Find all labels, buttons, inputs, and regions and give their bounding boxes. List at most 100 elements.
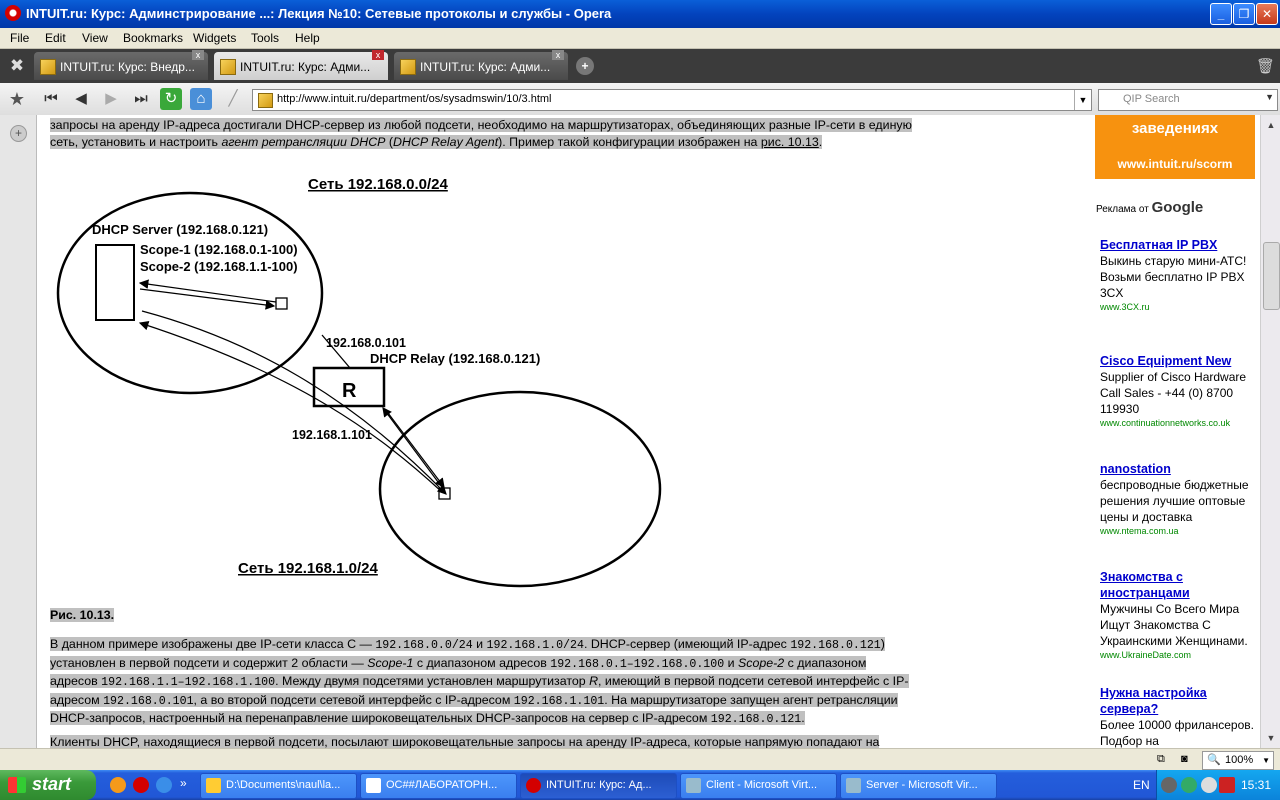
scroll-down-icon[interactable]: ▼ — [1263, 730, 1279, 746]
tools-icon[interactable]: ✖ — [6, 56, 28, 76]
favicon-icon — [220, 59, 236, 75]
quicklaunch-more-icon[interactable]: » — [180, 776, 187, 790]
scope: Scope-1 — [367, 655, 414, 670]
tab-1[interactable]: INTUIT.ru: Курс: Внедр... x — [34, 50, 208, 80]
ad-title[interactable]: nanostation — [1100, 461, 1255, 477]
wand-icon[interactable]: ╱ — [222, 88, 244, 110]
task-label: INTUIT.ru: Курс: Ад... — [546, 779, 652, 791]
close-button[interactable]: ✕ — [1256, 3, 1278, 25]
ads-by-google[interactable]: Реклама от Google — [1096, 199, 1203, 216]
scorm-banner[interactable]: заведениях www.intuit.ru/scorm — [1095, 115, 1255, 179]
caption-text: Рис. 10.13. — [50, 608, 115, 622]
ad-item[interactable]: nanostation беспроводные бюджетные решен… — [1100, 461, 1255, 537]
task-client-vm[interactable]: Client - Microsoft Virt... — [680, 773, 837, 799]
start-button[interactable]: start — [0, 770, 96, 800]
address-field[interactable]: http://www.intuit.ru/department/os/sysad… — [252, 89, 1092, 111]
trash-icon[interactable]: 🗑 — [1256, 57, 1275, 75]
new-tab-icon[interactable]: + — [576, 57, 594, 75]
relay-label: DHCP Relay (192.168.0.121) — [370, 351, 540, 366]
vertical-scrollbar[interactable]: ▲ ▼ — [1260, 115, 1280, 770]
ad-item[interactable]: Нужна настройка сервера? Более 10000 фри… — [1100, 685, 1255, 749]
maximize-button[interactable]: ❐ — [1233, 3, 1255, 25]
language-indicator[interactable]: EN — [1133, 778, 1150, 792]
zoom-control[interactable]: 🔍 100% ▼ — [1202, 751, 1274, 770]
ad-title[interactable]: Бесплатная IP PBX — [1100, 237, 1255, 253]
minimize-button[interactable]: _ — [1210, 3, 1232, 25]
back-icon[interactable]: ◀ — [70, 88, 92, 110]
tray-icon[interactable] — [1181, 777, 1197, 793]
dhcp-relay-diagram: Сеть 192.168.0.0/24 DHCP Server (192.168… — [56, 176, 662, 588]
client-0-square — [275, 297, 288, 310]
network-1-label: Сеть 192.168.1.0/24 — [238, 560, 378, 577]
ad-title[interactable]: Знакомства с иностранцами — [1100, 569, 1255, 601]
search-input[interactable]: QIP Search ▼ — [1098, 89, 1278, 111]
menu-widgets[interactable]: Widgets — [193, 31, 236, 45]
home-icon[interactable]: ⌂ — [190, 88, 212, 110]
chevron-down-icon[interactable]: ▼ — [1265, 92, 1274, 102]
scroll-thumb[interactable] — [1263, 242, 1280, 310]
tab-2-active[interactable]: INTUIT.ru: Курс: Адми... x — [214, 50, 388, 80]
ad-url[interactable]: www.UkraineDate.com — [1100, 649, 1255, 661]
ad-item[interactable]: Знакомства с иностранцами Мужчины Со Все… — [1100, 569, 1255, 661]
text: с диапазоном адресов — [413, 655, 551, 670]
chevron-down-icon[interactable]: ▼ — [1074, 90, 1091, 110]
tab-label: INTUIT.ru: Курс: Адми... — [420, 60, 551, 74]
add-panel-icon[interactable]: + — [10, 125, 27, 142]
text: ) — [880, 637, 885, 651]
menu-tools[interactable]: Tools — [251, 31, 279, 45]
zoom-level: 100% — [1225, 754, 1254, 766]
ad-text: Мужчины Со Всего Мира Ищут Знакомства С … — [1100, 602, 1248, 648]
task-word[interactable]: ОС##ЛАБОРАТОРН... — [360, 773, 517, 799]
status-bar: ⧉ ◙ 🔍 100% ▼ — [0, 748, 1280, 771]
client-1-square — [438, 487, 451, 500]
tab-close-icon[interactable]: x — [372, 50, 384, 60]
start-label: start — [32, 774, 72, 794]
task-explorer[interactable]: D:\Documents\naul\la... — [200, 773, 357, 799]
task-opera[interactable]: INTUIT.ru: Курс: Ад... — [520, 773, 677, 799]
tab-3[interactable]: INTUIT.ru: Курс: Адми... x — [394, 50, 568, 80]
favicon-icon — [258, 93, 273, 108]
tab-close-icon[interactable]: x — [192, 50, 204, 60]
quicklaunch-ie-icon[interactable] — [156, 777, 172, 793]
ip: 192.168.1.101 — [513, 694, 605, 708]
tray-icon[interactable] — [1161, 777, 1177, 793]
menu-view[interactable]: View — [82, 31, 108, 45]
quicklaunch-opera-icon[interactable] — [133, 777, 149, 793]
ad-url[interactable]: www.continuationnetworks.co.uk — [1100, 417, 1255, 429]
ad-url[interactable]: www.ntema.com.ua — [1100, 525, 1255, 537]
text: . — [801, 711, 805, 725]
ad-sidebar: заведениях www.intuit.ru/scorm Реклама о… — [1088, 115, 1260, 770]
tab-close-icon[interactable]: x — [552, 50, 564, 60]
text: . На маршрутизаторе запущен агент ретран… — [604, 692, 898, 707]
fast-forward-icon[interactable]: ⏭ — [130, 88, 152, 110]
system-tray: 15:31 — [1156, 770, 1280, 800]
ad-text: беспроводные бюджетные решения лучшие оп… — [1100, 478, 1249, 524]
tray-icon[interactable] — [1219, 777, 1235, 793]
chevron-down-icon[interactable]: ▼ — [1262, 752, 1270, 769]
forward-icon[interactable]: ▶ — [100, 88, 122, 110]
reload-icon[interactable]: ↻ — [160, 88, 182, 110]
rewind-icon[interactable]: ⏮ — [40, 88, 62, 110]
panel-toggle-icon[interactable]: ⧉ — [1157, 753, 1171, 766]
menu-file[interactable]: File — [10, 31, 29, 45]
ad-url[interactable]: www.3CX.ru — [1100, 301, 1255, 313]
camera-icon[interactable]: ◙ — [1181, 753, 1195, 766]
ad-title[interactable]: Cisco Equipment New — [1100, 353, 1255, 369]
google-logo: Google — [1151, 199, 1204, 216]
menu-edit[interactable]: Edit — [45, 31, 66, 45]
ad-title[interactable]: Нужна настройка сервера? — [1100, 685, 1255, 717]
text: . DHCP-сервер (имеющий IP-адрес — [583, 637, 791, 651]
quicklaunch-firefox-icon[interactable] — [110, 777, 126, 793]
text: и — [724, 655, 738, 670]
task-server-vm[interactable]: Server - Microsoft Vir... — [840, 773, 997, 799]
menu-bookmarks[interactable]: Bookmarks — [123, 31, 183, 45]
url-text[interactable]: http://www.intuit.ru/department/os/sysad… — [277, 93, 552, 105]
text: с диапазоном — [784, 655, 867, 670]
menu-help[interactable]: Help — [295, 31, 320, 45]
ad-item[interactable]: Бесплатная IP PBX Выкинь старую мини-АТС… — [1100, 237, 1255, 313]
ad-item[interactable]: Cisco Equipment New Supplier of Cisco Ha… — [1100, 353, 1255, 429]
figure-link[interactable]: рис. 10.13 — [761, 135, 819, 149]
bookmark-star-icon[interactable]: ★ — [6, 88, 28, 110]
scroll-up-icon[interactable]: ▲ — [1263, 117, 1279, 133]
tray-icon[interactable] — [1201, 777, 1217, 793]
